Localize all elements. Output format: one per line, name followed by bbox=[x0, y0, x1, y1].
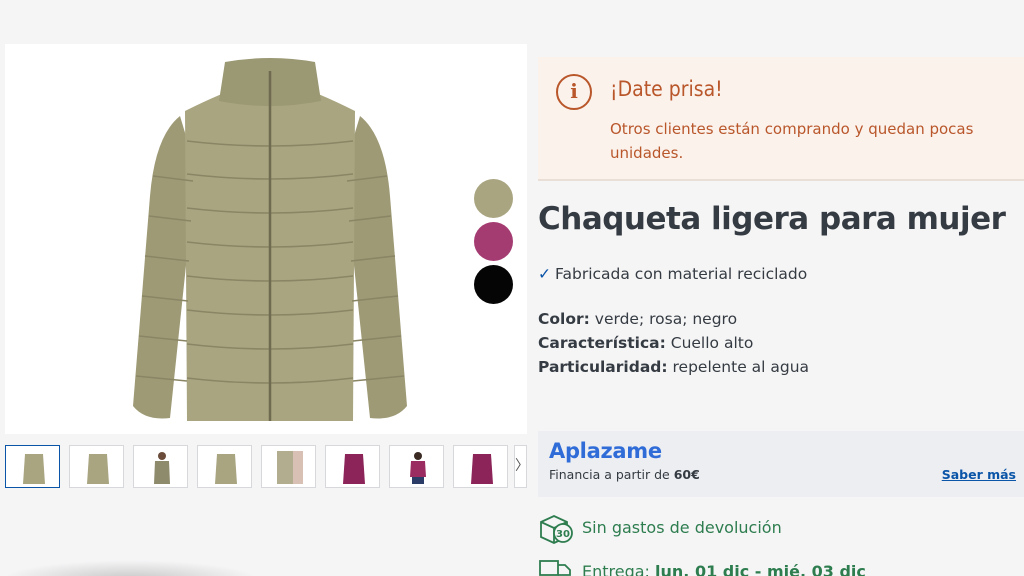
attribute-row: Color: verde; rosa; negro bbox=[538, 307, 809, 331]
product-attributes: Color: verde; rosa; negro Característica… bbox=[538, 307, 809, 379]
jacket-thumb-image bbox=[471, 454, 493, 484]
jacket-thumb-image bbox=[410, 452, 426, 484]
financing-prefix: Financia a partir de bbox=[549, 467, 674, 482]
product-main-image[interactable] bbox=[5, 44, 527, 434]
jacket-thumb-image bbox=[23, 454, 45, 484]
thumb-green-back[interactable] bbox=[197, 445, 252, 488]
return-box-icon: 30 bbox=[538, 513, 574, 551]
thumbnail-next-arrow[interactable]: 〉 bbox=[514, 445, 527, 488]
decorative-shadow bbox=[0, 560, 260, 576]
feature-text: Fabricada con material reciclado bbox=[555, 265, 808, 283]
financing-amount: 60€ bbox=[673, 467, 700, 482]
info-icon: i bbox=[556, 74, 592, 110]
jacket-thumb-image bbox=[87, 454, 109, 484]
thumb-green-detail[interactable] bbox=[261, 445, 316, 488]
free-returns-text: Sin gastos de devolución bbox=[582, 518, 782, 537]
delivery-truck-icon bbox=[538, 557, 574, 576]
attribute-label: Particularidad: bbox=[538, 358, 668, 376]
thumb-green-model[interactable] bbox=[133, 445, 188, 488]
attribute-value: verde; rosa; negro bbox=[594, 310, 738, 328]
jacket-image bbox=[133, 58, 407, 421]
thumb-green-front[interactable] bbox=[5, 445, 60, 488]
thumb-pink-back[interactable] bbox=[453, 445, 508, 488]
hurry-alert: i ¡Date prisa! Otros clientes están comp… bbox=[538, 57, 1024, 181]
attribute-value: repelente al agua bbox=[672, 358, 810, 376]
jacket-thumb-image bbox=[343, 454, 365, 484]
attribute-row: Particularidad: repelente al agua bbox=[538, 355, 809, 379]
check-icon: ✓ bbox=[538, 265, 551, 283]
attribute-row: Característica: Cuello alto bbox=[538, 331, 809, 355]
delivery-text: Entrega: lun. 01 dic - mié. 03 dic bbox=[582, 562, 866, 576]
aplazame-logo: Aplazame bbox=[549, 439, 662, 463]
swatch-green[interactable] bbox=[474, 179, 513, 218]
saber-mas-link[interactable]: Saber más bbox=[942, 467, 1016, 482]
alert-title: ¡Date prisa! bbox=[610, 77, 723, 101]
attribute-value: Cuello alto bbox=[670, 334, 754, 352]
swatch-black[interactable] bbox=[474, 265, 513, 304]
product-title: Chaqueta ligera para mujer bbox=[538, 201, 1006, 237]
svg-text:30: 30 bbox=[556, 529, 570, 540]
thumb-green-front-2[interactable] bbox=[69, 445, 124, 488]
thumb-pink-model[interactable] bbox=[389, 445, 444, 488]
delivery-prefix: Entrega: bbox=[582, 562, 656, 576]
jacket-thumb-image bbox=[277, 451, 303, 484]
financing-text: Financia a partir de 60€ bbox=[549, 467, 700, 482]
jacket-thumb-image bbox=[154, 452, 170, 484]
attribute-label: Color: bbox=[538, 310, 590, 328]
swatch-pink[interactable] bbox=[474, 222, 513, 261]
alert-body: Otros clientes están comprando y quedan … bbox=[610, 120, 974, 162]
delivery-dates: lun. 01 dic - mié. 03 dic bbox=[655, 562, 866, 576]
thumb-pink-front[interactable] bbox=[325, 445, 380, 488]
aplazame-financing: Aplazame Financia a partir de 60€ Saber … bbox=[538, 431, 1024, 497]
attribute-label: Característica: bbox=[538, 334, 666, 352]
thumbnail-strip: 〉 bbox=[5, 445, 527, 488]
product-feature: ✓ Fabricada con material reciclado bbox=[538, 265, 807, 283]
jacket-thumb-image bbox=[215, 454, 237, 484]
